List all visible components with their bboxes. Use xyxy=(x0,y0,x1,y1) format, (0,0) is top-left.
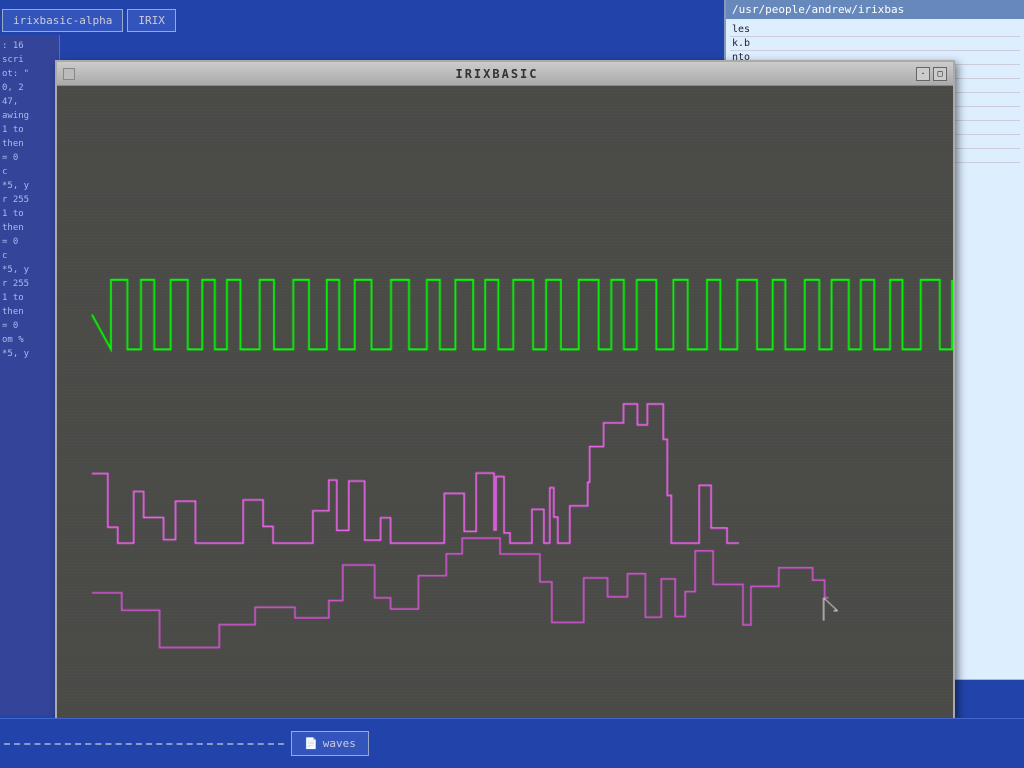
taskbar-dashed-separator xyxy=(4,743,284,745)
minimize-icon[interactable] xyxy=(63,68,75,80)
file-item-1[interactable]: k.b xyxy=(730,37,1020,51)
irix-canvas[interactable]: Drawing waves Click or Press ESC to quit… xyxy=(57,86,953,718)
code-line-6: 1 to xyxy=(2,123,57,137)
file-panel-titlebar: /usr/people/andrew/irixbas xyxy=(726,0,1024,19)
irix-titlebar: IRIXBASIC · □ xyxy=(57,62,953,86)
code-line-19: then xyxy=(2,305,57,319)
code-line-8: = 0 xyxy=(2,151,57,165)
code-line-17: r 255 xyxy=(2,277,57,291)
code-line-4: 47, xyxy=(2,95,57,109)
code-line-15: c xyxy=(2,249,57,263)
taskbar-tab-irix[interactable]: IRIX xyxy=(127,9,176,32)
taskbar-tab-irixbasic[interactable]: irixbasic-alpha xyxy=(2,9,123,32)
code-line-11: r 255 xyxy=(2,193,57,207)
code-line-12: 1 to xyxy=(2,207,57,221)
code-line-16: *5, y xyxy=(2,263,57,277)
taskbar-waves-item[interactable]: 📄 waves xyxy=(291,731,369,756)
window-maximize-button[interactable]: □ xyxy=(933,67,947,81)
wave-canvas xyxy=(57,86,953,718)
code-line-2: ot: " xyxy=(2,67,57,81)
window-settings-button[interactable]: · xyxy=(916,67,930,81)
code-line-22: *5, y xyxy=(2,347,57,361)
code-line-18: 1 to xyxy=(2,291,57,305)
taskbar-bottom: 📄 waves xyxy=(0,718,1024,768)
file-item-0[interactable]: les xyxy=(730,23,1020,37)
window-title: IRIXBASIC xyxy=(81,67,913,81)
waves-label: waves xyxy=(323,737,356,750)
code-line-21: om % xyxy=(2,333,57,347)
code-panel: : 16 scri ot: " 0, 2 47, awing 1 to then… xyxy=(0,35,60,715)
file-panel-path: /usr/people/andrew/irixbas xyxy=(732,3,904,16)
code-line-9: c xyxy=(2,165,57,179)
code-line-5: awing xyxy=(2,109,57,123)
code-line-7: then xyxy=(2,137,57,151)
code-line-13: then xyxy=(2,221,57,235)
code-line-10: *5, y xyxy=(2,179,57,193)
code-line-1: scri xyxy=(2,53,57,67)
code-line-0: : 16 xyxy=(2,39,57,53)
waves-icon: 📄 xyxy=(304,737,318,750)
code-line-14: = 0 xyxy=(2,235,57,249)
code-line-20: = 0 xyxy=(2,319,57,333)
irix-window: IRIXBASIC · □ Drawing waves Click or Pre… xyxy=(55,60,955,720)
code-line-3: 0, 2 xyxy=(2,81,57,95)
